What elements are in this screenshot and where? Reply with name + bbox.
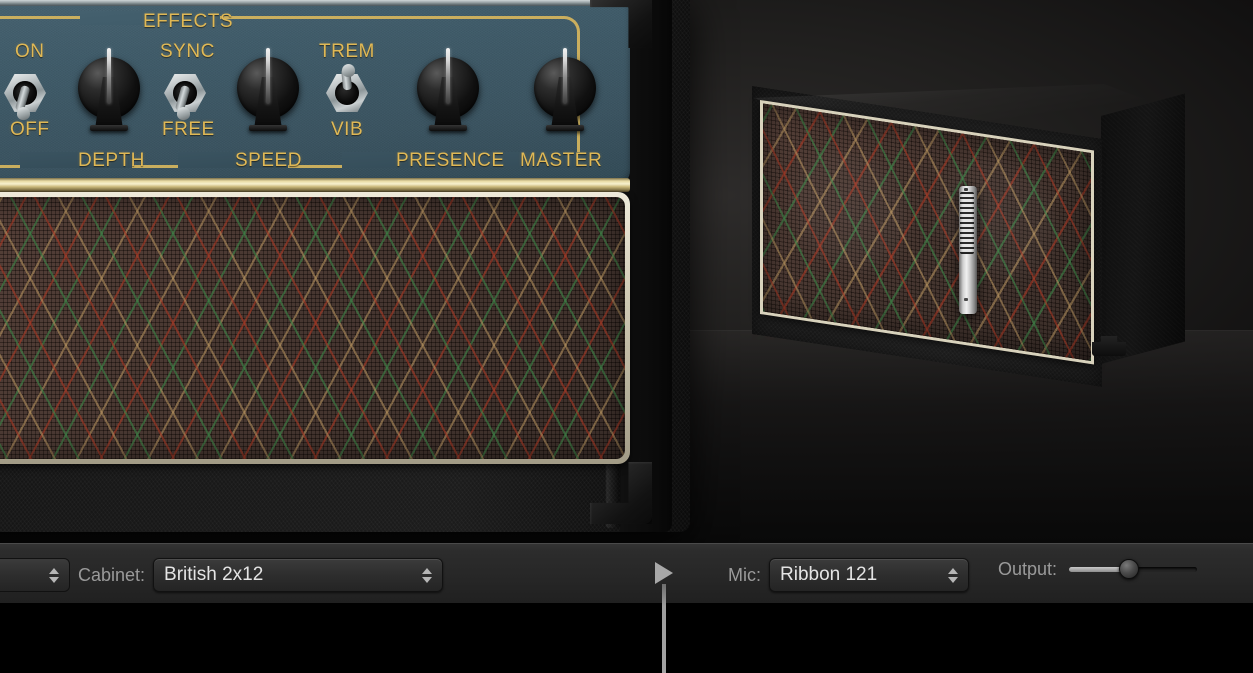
- knob-pointer: [563, 48, 567, 104]
- output-label: Output:: [998, 558, 1058, 579]
- effects-on-off-switch[interactable]: [3, 70, 47, 120]
- mic-value: Ribbon 121: [780, 564, 878, 585]
- play-triangle-icon: [655, 562, 673, 584]
- off-label: OFF: [10, 119, 50, 140]
- knob-skirt-base: [546, 125, 584, 131]
- amp-designer-window: EFFECTS ON OFF DEPTH SYNC FREE SPEED TRE…: [0, 0, 1253, 673]
- chevron-up-icon: [422, 567, 433, 574]
- on-label: ON: [15, 41, 45, 62]
- speed-label: SPEED: [235, 150, 302, 171]
- mic-bottom-marker: [964, 298, 968, 301]
- master-label: MASTER: [520, 150, 603, 171]
- amp-grille-frame: [0, 192, 630, 464]
- trem-vib-switch[interactable]: [325, 64, 369, 114]
- knob-skirt-base: [249, 125, 287, 131]
- amp-model-popup[interactable]: [0, 558, 70, 592]
- depth-label: DEPTH: [78, 150, 145, 171]
- ribbon-microphone[interactable]: [957, 186, 979, 314]
- toggle-tip: [342, 64, 355, 77]
- cabinet-label: Cabinet:: [78, 564, 146, 585]
- sync-free-switch[interactable]: [163, 70, 207, 120]
- presence-knob[interactable]: [417, 48, 479, 131]
- knob-skirt-base: [429, 125, 467, 131]
- cabinet-popup-menu[interactable]: British 2x12: [153, 558, 444, 592]
- amp-grille-cloth: [0, 197, 625, 459]
- output-slider[interactable]: [1069, 558, 1198, 580]
- vib-label: VIB: [331, 119, 364, 140]
- panel-gold-rail: [0, 178, 630, 192]
- slider-fill: [1069, 567, 1126, 572]
- knob-pointer: [446, 48, 450, 104]
- speaker-cone-1: [785, 134, 915, 285]
- presence-label: PRESENCE: [396, 150, 505, 171]
- sync-label: SYNC: [160, 41, 215, 62]
- knob-skirt-base: [90, 125, 128, 131]
- knob-pointer: [107, 48, 111, 104]
- trem-label: TREM: [319, 41, 375, 62]
- resize-handle[interactable]: [655, 562, 681, 673]
- mic-popup-menu[interactable]: Ribbon 121: [769, 558, 969, 592]
- mic-stepper[interactable]: [948, 567, 958, 583]
- effects-section-title: EFFECTS: [143, 11, 234, 32]
- cabinet-control-group: Cabinet: British 2x12: [78, 558, 444, 592]
- cabinet-side-panel: [1101, 93, 1185, 365]
- amp-scene: EFFECTS ON OFF DEPTH SYNC FREE SPEED TRE…: [0, 0, 1253, 543]
- slider-thumb[interactable]: [1119, 559, 1140, 579]
- mic-top-marker: [964, 188, 968, 191]
- speed-knob[interactable]: [237, 48, 299, 131]
- window-bottom-area: [0, 603, 1253, 673]
- handle-line: [662, 584, 666, 673]
- cabinet-stepper[interactable]: [422, 567, 433, 583]
- depth-knob[interactable]: [78, 48, 140, 131]
- mic-label: Mic:: [728, 564, 761, 585]
- mic-control-group: Mic: Ribbon 121: [728, 558, 969, 592]
- chevron-down-icon: [948, 576, 958, 583]
- speaker-cone-2: [931, 142, 1061, 293]
- cabinet-value: British 2x12: [164, 564, 264, 585]
- chevron-up-icon: [49, 567, 59, 574]
- output-control-group: Output:: [998, 558, 1198, 580]
- panel-chrome-rail: [0, 0, 630, 6]
- free-label: FREE: [162, 119, 215, 140]
- knob-pointer: [266, 48, 270, 104]
- chevron-up-icon: [948, 567, 958, 574]
- mic-grille: [960, 192, 974, 254]
- amp-head: EFFECTS ON OFF DEPTH SYNC FREE SPEED TRE…: [0, 0, 690, 540]
- master-knob[interactable]: [534, 48, 596, 131]
- chevron-down-icon: [422, 576, 433, 583]
- amp-model-stepper[interactable]: [49, 567, 59, 583]
- chevron-down-icon: [49, 576, 59, 583]
